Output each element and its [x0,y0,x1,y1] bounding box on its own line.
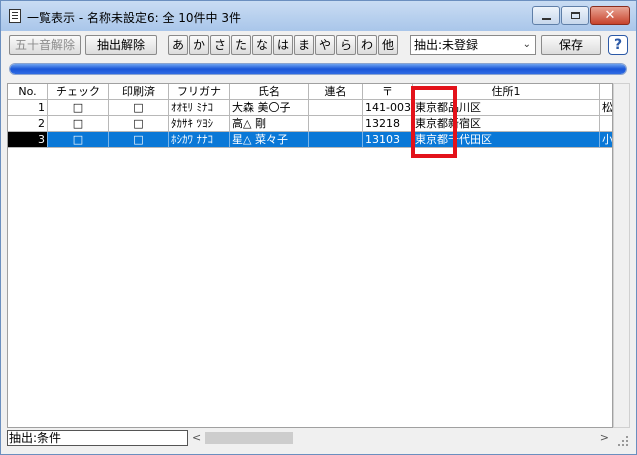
progress-bar [9,63,627,75]
cell-renmei [309,132,363,148]
maximize-icon [570,12,580,19]
help-icon[interactable]: ? [608,35,628,55]
extract-reset-button[interactable]: 抽出解除 [85,35,157,55]
highlight-annotation [411,86,457,158]
column-header-zip[interactable]: 〒 [363,84,413,100]
app-window: 一覧表示 - 名称未設定6: 全 10件中 3件 ✕ 五十音解除 抽出解除 あか… [0,0,637,455]
kana-button-7[interactable]: や [315,35,335,55]
table-row[interactable]: 3 □ □ ﾎｼｶﾜ ﾅﾅｺ 星△ 菜々子 13103 東京都千代田区小 [8,132,612,148]
column-header-extra[interactable] [600,84,612,100]
cell-name: 星△ 菜々子 [230,132,309,148]
close-button[interactable]: ✕ [590,6,630,25]
column-header-no[interactable]: No. [8,84,48,100]
kana-button-1[interactable]: か [189,35,209,55]
cell-renmei [309,100,363,116]
maximize-button[interactable] [561,6,589,25]
resize-grip-icon[interactable] [618,436,628,446]
kana-button-8[interactable]: ら [336,35,356,55]
kana-button-10[interactable]: 他 [378,35,398,55]
cell-renmei [309,116,363,132]
kana-button-2[interactable]: さ [210,35,230,55]
check-checkbox[interactable]: □ [48,116,109,132]
save-button[interactable]: 保存 [541,35,601,55]
extract-select[interactable]: 抽出:未登録 ⌄ [410,35,536,55]
kana-button-9[interactable]: わ [357,35,377,55]
column-header-kana[interactable]: フリガナ [169,84,230,100]
cell-no: 3 [8,132,48,148]
cell-zip: 13103 [363,132,413,148]
table-row[interactable]: 1 □ □ ｵｵﾓﾘ ﾐﾅｺ 大森 美〇子 141-0032 東京都品川区松 [8,100,612,116]
kana-button-4[interactable]: な [252,35,272,55]
toolbar: 五十音解除 抽出解除 あかさたなはまやらわ他 抽出:未登録 ⌄ 保存 ? [1,31,636,59]
cell-kana: ｵｵﾓﾘ ﾐﾅｺ [169,100,230,116]
progress-fill [10,64,626,74]
extract-select-value: 抽出:未登録 [414,38,479,52]
cell-no: 2 [8,116,48,132]
column-header-check[interactable]: チェック [48,84,109,100]
cell-extra [600,116,612,132]
kana-button-5[interactable]: は [273,35,293,55]
column-header-printed[interactable]: 印刷済 [109,84,169,100]
chevron-down-icon: ⌄ [522,39,531,50]
grid-header: No. チェック 印刷済 フリガナ 氏名 連名〒住所1 [8,84,612,100]
address-grid[interactable]: No. チェック 印刷済 フリガナ 氏名 連名〒住所1 1 □ □ ｵｵﾓﾘ ﾐﾅｺ 大森 美〇子… [7,83,613,428]
minimize-icon [541,17,551,20]
cell-zip: 13218 [363,116,413,132]
cell-kana: ﾎｼｶﾜ ﾅﾅｺ [169,132,230,148]
cell-extra: 松 [600,101,613,116]
scroll-thumb[interactable] [205,432,293,444]
vertical-scrollbar[interactable] [613,83,630,428]
column-header-renmei[interactable]: 連名 [309,84,363,100]
title-bar: 一覧表示 - 名称未設定6: 全 10件中 3件 ✕ [1,1,636,31]
cell-name: 高△ 剛 [230,116,309,132]
printed-checkbox[interactable]: □ [109,116,169,132]
cell-zip: 141-0032 [363,100,413,116]
table-row[interactable]: 2 □ □ ﾀｶｻｷ ﾂﾖｼ 高△ 剛 13218 東京都新宿区 [8,116,612,132]
column-header-name[interactable]: 氏名 [230,84,309,100]
scroll-left-arrow[interactable]: < [192,430,201,446]
minimize-button[interactable] [532,6,560,25]
printed-checkbox[interactable]: □ [109,100,169,116]
kana-button-0[interactable]: あ [168,35,188,55]
kana-button-6[interactable]: ま [294,35,314,55]
close-icon: ✕ [604,8,616,23]
check-checkbox[interactable]: □ [48,100,109,116]
gojuon-reset-button[interactable]: 五十音解除 [9,35,81,55]
horizontal-scrollbar[interactable]: < > [190,430,613,446]
cell-extra: 小 [600,132,613,148]
printed-checkbox[interactable]: □ [109,132,169,148]
document-icon [9,9,21,23]
window-title: 一覧表示 - 名称未設定6: 全 10件中 3件 [27,11,241,25]
check-checkbox[interactable]: □ [48,132,109,148]
cell-no: 1 [8,100,48,116]
scroll-right-arrow[interactable]: > [600,430,609,446]
kana-button-3[interactable]: た [231,35,251,55]
cell-kana: ﾀｶｻｷ ﾂﾖｼ [169,116,230,132]
cell-name: 大森 美〇子 [230,100,309,116]
extract-condition-field: 抽出:条件 [7,430,188,446]
